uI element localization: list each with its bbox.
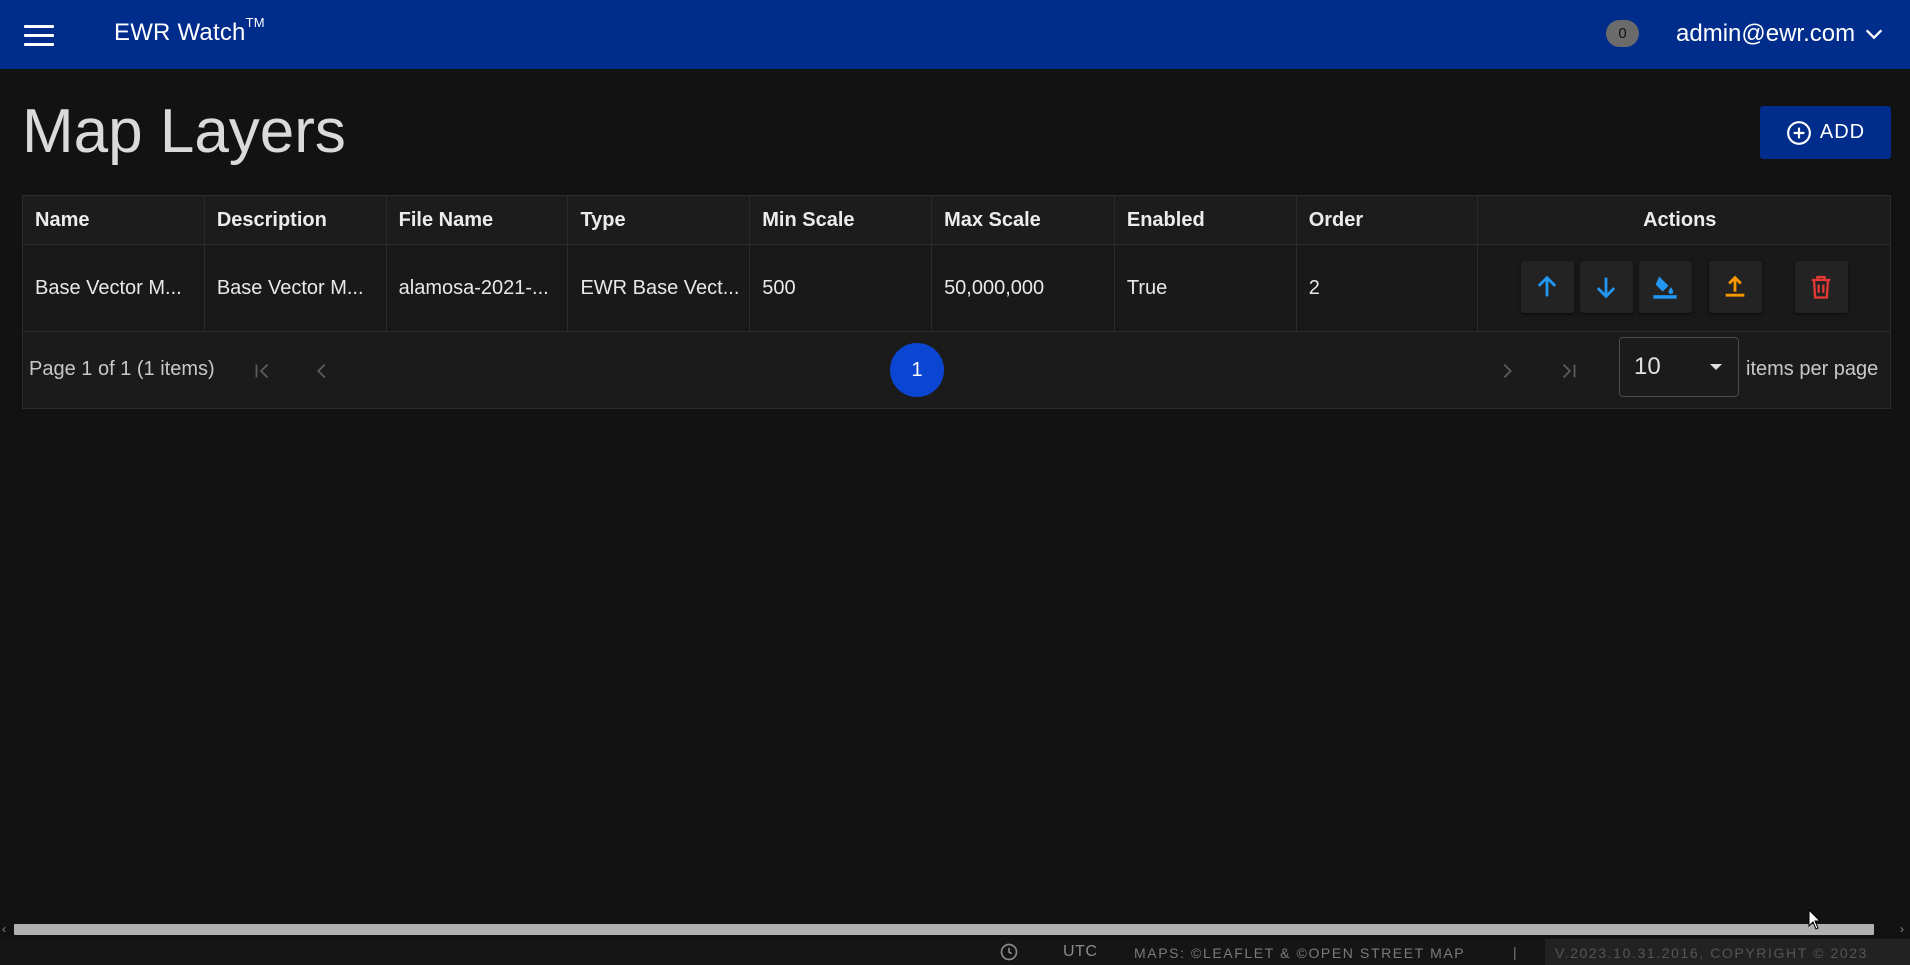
column-header-min-scale[interactable]: Min Scale [750, 196, 933, 244]
trademark-mark: TM [245, 15, 265, 30]
arrow-up-icon [1537, 275, 1557, 297]
add-button-label: ADD [1819, 121, 1866, 143]
pager-info: Page 1 of 1 (1 items) [29, 358, 215, 380]
delete-button[interactable] [1794, 261, 1848, 313]
cell-enabled: True [1115, 245, 1297, 331]
add-button[interactable]: ADD [1760, 106, 1891, 159]
upload-icon [1725, 275, 1745, 297]
column-header-enabled[interactable]: Enabled [1115, 196, 1297, 244]
app-title-text: EWR Watch [114, 19, 246, 46]
move-up-button[interactable] [1520, 261, 1574, 313]
page-number-current[interactable]: 1 [890, 343, 944, 397]
top-app-bar: EWR WatchTM 0 admin@ewr.com [0, 0, 1910, 69]
next-page-icon[interactable] [1492, 356, 1522, 386]
arrow-down-icon [1596, 277, 1616, 299]
scroll-right-icon[interactable]: › [1900, 923, 1904, 935]
column-header-file-name[interactable]: File Name [387, 196, 569, 244]
move-down-button[interactable] [1579, 261, 1633, 313]
cell-order: 2 [1297, 245, 1478, 331]
column-header-actions: Actions [1643, 208, 1717, 231]
notification-badge[interactable]: 0 [1606, 20, 1639, 47]
column-header-description[interactable]: Description [205, 196, 387, 244]
column-header-type[interactable]: Type [568, 196, 751, 244]
caret-down-icon [1710, 364, 1722, 370]
cell-description: Base Vector M... [205, 245, 387, 331]
items-per-page-label: items per page [1746, 358, 1879, 380]
cell-actions [1478, 245, 1891, 331]
user-menu[interactable]: admin@ewr.com [1676, 19, 1885, 49]
cell-max-scale: 50,000,000 [932, 245, 1115, 331]
map-layers-grid: Name Description File Name Type Min Scal… [22, 195, 1891, 409]
column-header-order[interactable]: Order [1297, 196, 1478, 244]
add-circle-icon [1786, 120, 1811, 145]
grid-header: Name Description File Name Type Min Scal… [23, 196, 1890, 245]
cell-name: Base Vector M... [23, 245, 205, 331]
first-page-icon[interactable] [247, 356, 277, 386]
pager: Page 1 of 1 (1 items) 1 10 items per pag… [23, 332, 1890, 408]
menu-icon[interactable] [24, 20, 56, 50]
scrollbar-thumb[interactable] [14, 924, 1874, 935]
page-size-select[interactable]: 10 [1619, 337, 1739, 397]
user-email: admin@ewr.com [1676, 20, 1856, 47]
fill-color-icon [1653, 276, 1677, 299]
previous-page-icon[interactable] [307, 356, 337, 386]
style-button[interactable] [1638, 261, 1692, 313]
cell-file-name: alamosa-2021-... [387, 245, 569, 331]
mouse-cursor-icon [1808, 909, 1822, 930]
page-title: Map Layers [22, 97, 346, 166]
version-info: V.2023.10.31.2016, COPYRIGHT © 2023 [1545, 939, 1910, 965]
trash-icon [1811, 275, 1831, 299]
chevron-down-icon [1865, 29, 1883, 40]
table-row[interactable]: Base Vector M... Base Vector M... alamos… [23, 245, 1890, 332]
column-header-name[interactable]: Name [23, 196, 205, 244]
page-size-value: 10 [1634, 353, 1661, 380]
footer: UTC MAPS: ©LEAFLET & ©OPEN STREET MAP | … [0, 938, 1910, 965]
cell-min-scale: 500 [750, 245, 933, 331]
footer-separator: | [1513, 944, 1519, 960]
upload-button[interactable] [1708, 261, 1762, 313]
app-title: EWR WatchTM [114, 15, 265, 47]
last-page-icon[interactable] [1554, 356, 1584, 386]
maps-credit: MAPS: ©LEAFLET & ©OPEN STREET MAP [1134, 945, 1466, 961]
clock-icon [1000, 943, 1018, 961]
timezone-label: UTC [1063, 943, 1098, 960]
horizontal-scrollbar[interactable]: ‹ › [0, 920, 1910, 938]
column-header-max-scale[interactable]: Max Scale [932, 196, 1115, 244]
cell-type: EWR Base Vect... [568, 245, 751, 331]
scroll-left-icon[interactable]: ‹ [2, 923, 6, 935]
